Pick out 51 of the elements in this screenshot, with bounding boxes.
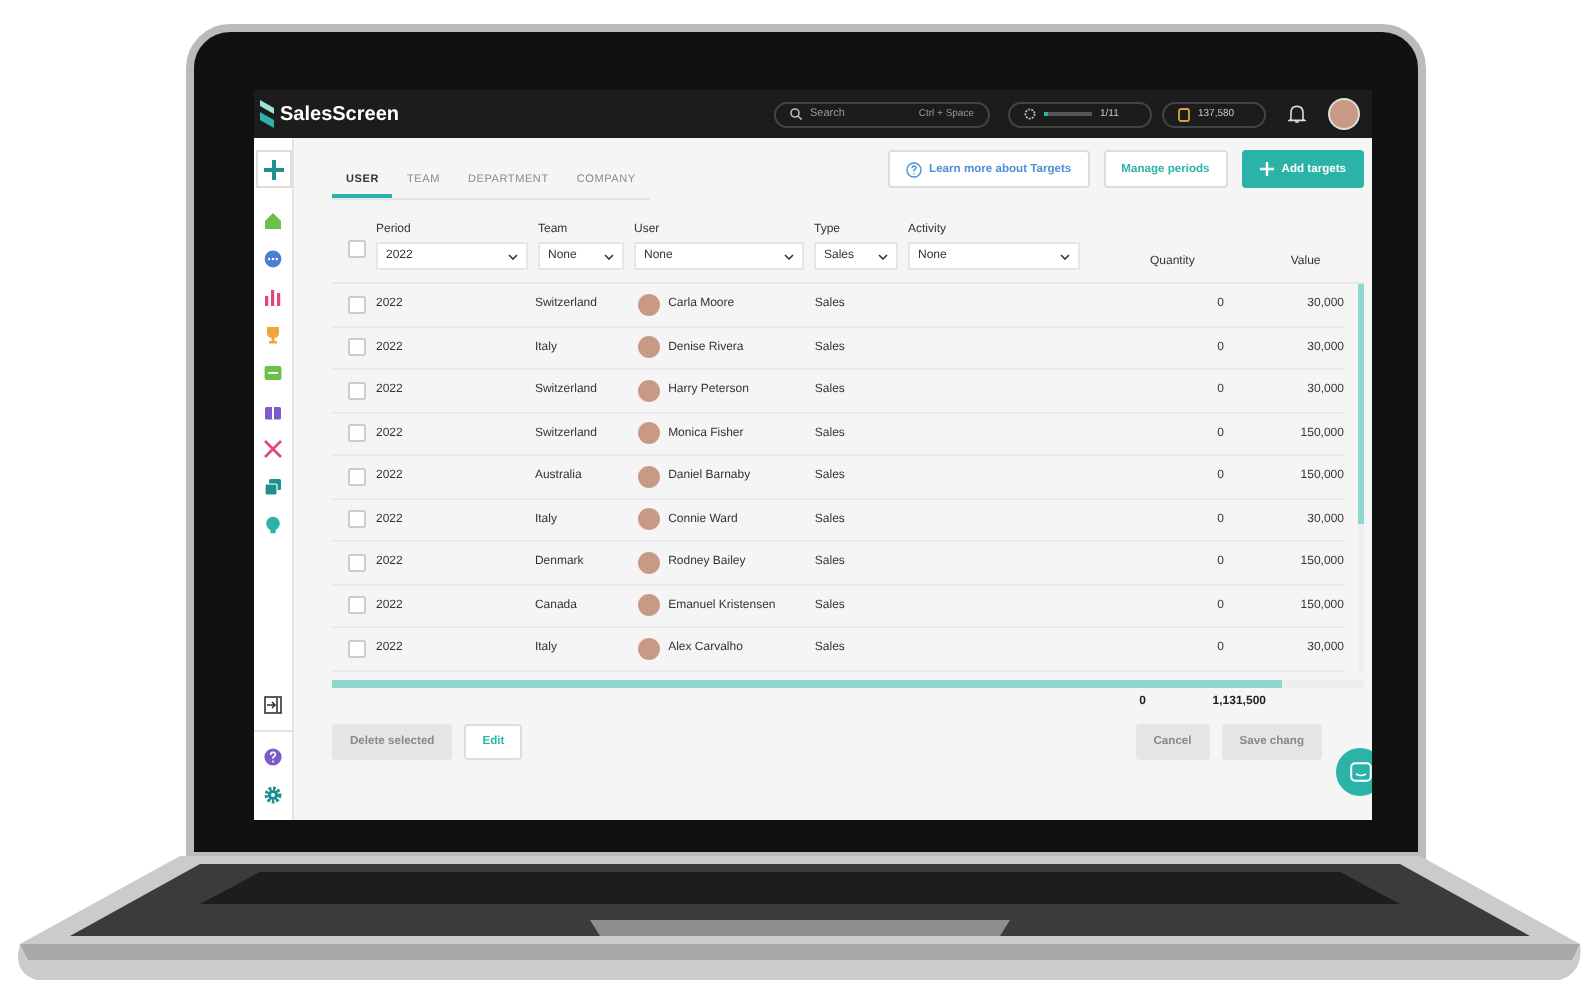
avatar [638, 508, 661, 531]
plus-icon [1259, 162, 1274, 176]
avatar [638, 465, 661, 488]
row-checkbox[interactable] [348, 639, 366, 658]
select-all-checkbox[interactable] [348, 240, 366, 258]
row-checkbox[interactable] [348, 381, 366, 400]
avatar [638, 379, 661, 402]
avatar [638, 637, 661, 660]
avatar [638, 551, 661, 574]
row-checkbox[interactable] [348, 510, 366, 529]
app-logo-text: SalesScreen [280, 103, 399, 125]
stack-icon[interactable] [264, 478, 282, 496]
scrollbar-thumb[interactable] [1358, 284, 1364, 524]
row-checkbox[interactable] [348, 338, 366, 357]
card-icon[interactable] [264, 364, 282, 382]
chevron-icon [784, 253, 794, 259]
settings-icon[interactable] [264, 786, 282, 804]
scrollbar-thumb[interactable] [332, 679, 1282, 687]
chevron-icon [878, 253, 888, 259]
trophy-icon[interactable] [264, 326, 282, 344]
row-checkbox[interactable] [348, 553, 366, 572]
question-icon [905, 161, 922, 177]
avatar [638, 422, 661, 445]
logo-icon [260, 100, 274, 128]
row-checkbox[interactable] [348, 295, 366, 314]
add-button[interactable] [255, 150, 291, 188]
bulb-icon[interactable] [264, 516, 282, 534]
bar-chart-icon[interactable] [264, 288, 282, 306]
bell-icon[interactable] [1288, 104, 1306, 124]
chat-bubble-icon[interactable] [264, 250, 282, 268]
swords-icon[interactable] [264, 440, 282, 458]
exit-icon[interactable] [264, 696, 282, 714]
row-checkbox[interactable] [348, 467, 366, 486]
gift-icon[interactable] [264, 402, 282, 420]
avatar [638, 336, 661, 359]
avatar [638, 293, 661, 316]
search-icon [790, 108, 802, 120]
avatar [638, 594, 661, 617]
row-checkbox[interactable] [348, 424, 366, 443]
chevron-icon [508, 253, 518, 259]
chat-icon [1349, 762, 1371, 782]
user-avatar[interactable] [1328, 98, 1360, 130]
plus-icon [263, 159, 283, 179]
chat-launcher[interactable] [1336, 748, 1372, 796]
coin-icon [1178, 107, 1190, 121]
row-checkbox[interactable] [348, 596, 366, 615]
chevron-icon [1060, 253, 1070, 259]
help-icon[interactable] [264, 748, 282, 766]
gear-icon [1024, 108, 1036, 120]
home-icon[interactable] [264, 212, 282, 230]
chevron-icon [604, 253, 614, 259]
